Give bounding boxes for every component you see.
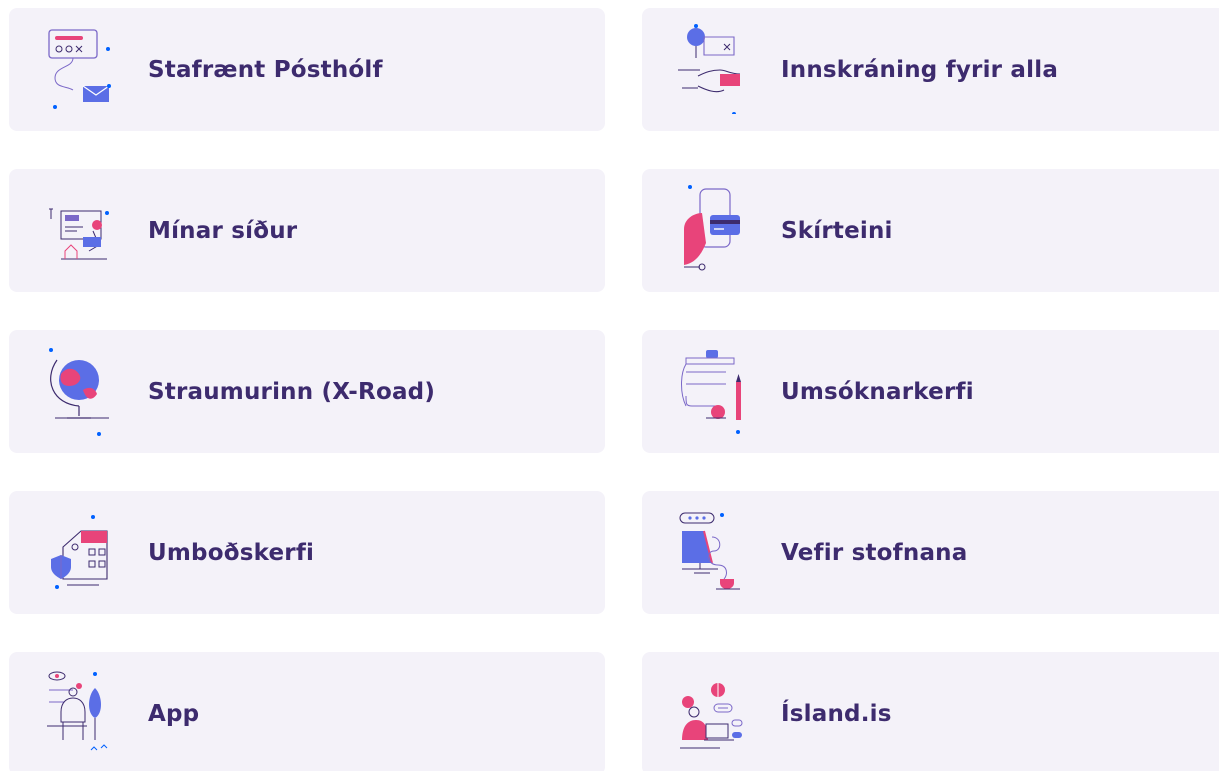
- card-label: Skírteini: [781, 217, 893, 244]
- monitor-web-icon: [679, 512, 740, 590]
- card-label: Umboðskerfi: [148, 539, 315, 566]
- card-label: Straumurinn (X-Road): [148, 378, 436, 405]
- digital-mailbox-icon: [48, 29, 111, 109]
- clipboard-form-icon: [681, 350, 741, 434]
- card-innskraning-fyrir-alla[interactable]: Innskráning fyrir alla: [642, 8, 1219, 131]
- card-label: Stafrænt Pósthólf: [148, 56, 383, 83]
- phone-card-icon: [684, 185, 740, 271]
- card-island-is[interactable]: Ísland.is: [642, 652, 1219, 771]
- service-grid: Stafrænt Pósthólf Innskráning fyrir alla: [0, 0, 1219, 771]
- card-vefir-stofnana[interactable]: Vefir stofnana: [642, 491, 1219, 614]
- globe-icon: [49, 348, 109, 436]
- handshake-login-icon: [678, 24, 741, 114]
- card-label: Ísland.is: [781, 700, 892, 727]
- card-skirteini[interactable]: Skírteini: [642, 169, 1219, 292]
- person-at-desk-icon: [49, 208, 109, 260]
- card-label: Mínar síður: [148, 217, 298, 244]
- building-shield-icon: [51, 515, 108, 589]
- card-umbodskerfi[interactable]: Umboðskerfi: [9, 491, 605, 614]
- person-with-laptop-icon: [680, 683, 743, 749]
- card-minar-sidur[interactable]: Mínar síður: [9, 169, 605, 292]
- card-stafraent-postholf[interactable]: Stafrænt Pósthólf: [9, 8, 605, 131]
- card-straumurinn[interactable]: Straumurinn (X-Road): [9, 330, 605, 453]
- card-label: Umsóknarkerfi: [781, 378, 974, 405]
- card-label: Innskráning fyrir alla: [781, 56, 1059, 83]
- card-umsoknarkerfi[interactable]: Umsóknarkerfi: [642, 330, 1219, 453]
- person-with-phone-icon: [47, 671, 108, 751]
- card-label: App: [148, 700, 200, 727]
- card-app[interactable]: App: [9, 652, 605, 771]
- card-label: Vefir stofnana: [781, 539, 968, 566]
